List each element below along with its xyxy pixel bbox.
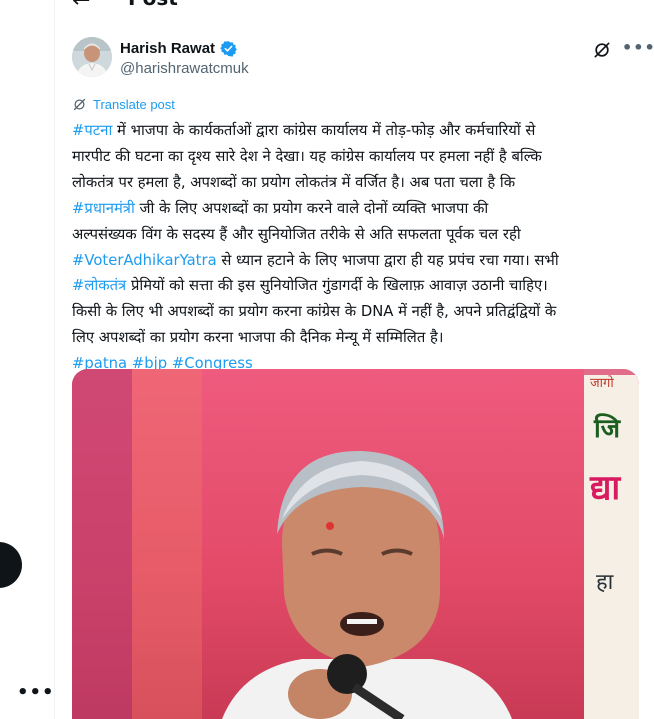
verified-badge-icon — [220, 41, 237, 57]
hashtag-link[interactable]: #प्रधानमंत्री — [72, 200, 135, 217]
post-text-line: लिए अपशब्दों का प्रयोग करना भाजपा की दैन… — [72, 329, 444, 347]
post-text-line: किसी के लिए भी अपशब्दों का प्रयोग करना क… — [72, 303, 557, 321]
more-options-icon[interactable]: ••• — [17, 682, 55, 703]
post-image[interactable]: जागो जि द्या हा — [72, 369, 639, 719]
banner-text: द्या — [589, 468, 621, 508]
post-text-segment: से ध्यान हटाने के लिए भाजपा द्वारा ही यह… — [216, 251, 559, 269]
top-bar: ← Post — [56, 0, 654, 16]
post-text-segment: जी के लिए अपशब्दों का प्रयोग करने वाले द… — [134, 199, 489, 217]
grok-icon[interactable] — [592, 40, 612, 60]
post-text-line: लोकतंत्र पर हमला है, अपशब्दों का प्रयोग … — [72, 173, 516, 191]
banner-text: जि — [593, 413, 622, 444]
post-text-segment: में भाजपा के कार्यकर्ताओं द्वारा कांग्रे… — [112, 122, 536, 139]
hashtag-link[interactable]: #VoterAdhikarYatra — [72, 252, 217, 269]
banner-text: हा — [596, 570, 614, 595]
banner-text: जागो — [590, 375, 614, 391]
author-avatar[interactable] — [72, 37, 112, 77]
page-title: Post — [128, 0, 178, 10]
account-avatar[interactable] — [0, 542, 22, 588]
more-icon[interactable]: ••• — [622, 38, 654, 57]
author-name[interactable]: Harish Rawat — [120, 40, 215, 57]
post-text-line: अल्पसंख्यक विंग के सदस्य हैं और सुनियोजि… — [72, 225, 521, 243]
hashtag-link[interactable]: #पटना — [72, 122, 112, 139]
post-text: #पटना में भाजपा के कार्यकर्ताओं द्वारा क… — [72, 118, 644, 377]
back-arrow-icon[interactable]: ← — [72, 0, 90, 13]
post-text-segment: प्रेमियों को सत्ता की इस सुनियोजित गुंडा… — [126, 277, 548, 295]
translate-post-link[interactable]: Translate post — [72, 97, 175, 112]
author-info[interactable]: Harish Rawat @harishrawatcmuk — [120, 40, 249, 77]
translate-icon — [73, 98, 86, 111]
translate-label[interactable]: Translate post — [93, 97, 175, 112]
author-handle[interactable]: @harishrawatcmuk — [120, 60, 249, 77]
left-nav-rail: ••• — [0, 0, 55, 719]
post-text-line: मारपीट की घटना का दृश्य सारे देश ने देखा… — [72, 147, 542, 165]
post-detail: ← Post Harish Rawat @harishrawatcmuk ••• — [56, 0, 654, 719]
hashtag-link[interactable]: #लोकतंत्र — [72, 277, 126, 294]
